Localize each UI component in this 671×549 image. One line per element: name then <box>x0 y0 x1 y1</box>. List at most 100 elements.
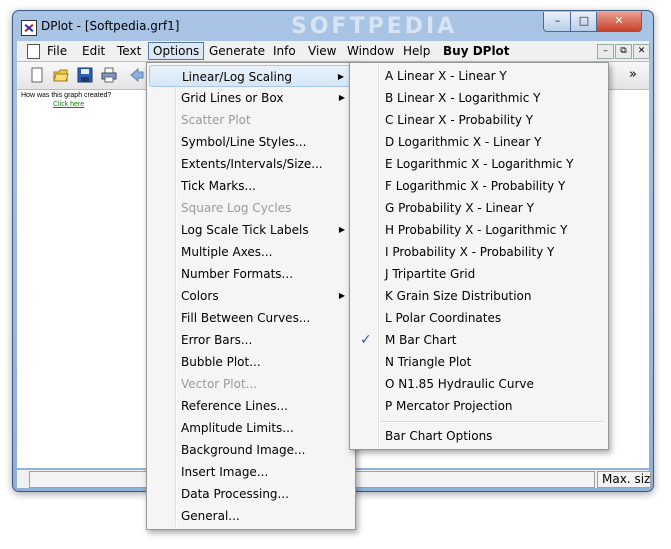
menu-text[interactable]: Text <box>113 43 145 59</box>
scaling-submenu: A Linear X - Linear Y B Linear X - Logar… <box>349 62 609 450</box>
options-reference-lines[interactable]: Reference Lines... <box>149 395 353 417</box>
options-menu: Linear/Log Scaling ▶ Grid Lines or Box ▶ S… <box>146 62 356 530</box>
scaling-m-bar-chart[interactable]: ✓ M Bar Chart <box>352 329 606 351</box>
menu-help[interactable]: Help <box>399 43 434 59</box>
menu-item-label: D Logarithmic X - Linear Y <box>385 135 542 149</box>
scaling-i-probability-probability[interactable]: I Probability X - Probability Y <box>352 241 606 263</box>
scaling-a-linear-linear[interactable]: A Linear X - Linear Y <box>352 65 606 87</box>
dplot-app-icon[interactable] <box>21 20 37 36</box>
options-tick-marks[interactable]: Tick Marks... <box>149 175 353 197</box>
options-data-processing[interactable]: Data Processing... <box>149 483 353 505</box>
menu-item-label: I Probability X - Probability Y <box>385 245 555 259</box>
toolbar-overflow-chevron-icon[interactable]: » <box>629 67 645 83</box>
menu-options[interactable]: Options <box>148 42 205 60</box>
scaling-p-mercator[interactable]: P Mercator Projection <box>352 395 606 417</box>
menu-item-label: Scatter Plot <box>181 113 251 127</box>
menu-item-label: Bubble Plot... <box>181 355 261 369</box>
menu-item-label: M Bar Chart <box>385 333 457 347</box>
menu-window[interactable]: Window <box>343 43 398 59</box>
options-colors[interactable]: Colors ▶ <box>149 285 353 307</box>
menu-item-label: Log Scale Tick Labels <box>181 223 309 237</box>
options-grid-lines-or-box[interactable]: Grid Lines or Box ▶ <box>149 87 353 109</box>
menu-item-label: P Mercator Projection <box>385 399 513 413</box>
title-bar[interactable]: DPlot - [Softpedia.grf1] SOFTPEDIA – □ ✕ <box>13 11 653 41</box>
options-symbol-line-styles[interactable]: Symbol/Line Styles... <box>149 131 353 153</box>
menu-item-label: Symbol/Line Styles... <box>181 135 307 149</box>
options-extents-intervals-size[interactable]: Extents/Intervals/Size... <box>149 153 353 175</box>
menu-item-label: F Logarithmic X - Probability Y <box>385 179 566 193</box>
open-folder-icon[interactable] <box>53 67 69 83</box>
options-number-formats[interactable]: Number Formats... <box>149 263 353 285</box>
mdi-minimize-button[interactable]: – <box>597 44 614 59</box>
window-title: DPlot - [Softpedia.grf1] <box>41 19 180 33</box>
menu-item-label: Insert Image... <box>181 465 269 479</box>
menu-generate[interactable]: Generate <box>205 43 269 59</box>
click-here-link[interactable]: Click here <box>53 101 84 108</box>
scaling-k-grain-size[interactable]: K Grain Size Distribution <box>352 285 606 307</box>
menu-item-label: Extents/Intervals/Size... <box>181 157 323 171</box>
scaling-f-log-probability[interactable]: F Logarithmic X - Probability Y <box>352 175 606 197</box>
options-scatter-plot: Scatter Plot <box>149 109 353 131</box>
scaling-g-probability-linear[interactable]: G Probability X - Linear Y <box>352 197 606 219</box>
menu-info[interactable]: Info <box>269 43 300 59</box>
scaling-e-log-log[interactable]: E Logarithmic X - Logarithmic Y <box>352 153 606 175</box>
menu-bar: File Edit Text Options Generate Info Vie… <box>17 41 650 61</box>
menu-item-label: O N1.85 Hydraulic Curve <box>385 377 534 391</box>
mdi-close-button[interactable]: ✕ <box>633 44 650 59</box>
menu-item-label: Bar Chart Options <box>385 429 493 443</box>
menu-item-label: Fill Between Curves... <box>181 311 311 325</box>
graph-question-text: How was this graph created? <box>21 92 112 99</box>
save-disk-icon[interactable] <box>77 67 93 83</box>
scaling-h-probability-log[interactable]: H Probability X - Logarithmic Y <box>352 219 606 241</box>
options-bubble-plot[interactable]: Bubble Plot... <box>149 351 353 373</box>
back-arrow-icon[interactable] <box>129 67 145 83</box>
submenu-arrow-icon: ▶ <box>338 225 345 234</box>
menu-edit[interactable]: Edit <box>78 43 109 59</box>
menu-item-label: K Grain Size Distribution <box>385 289 532 303</box>
scaling-c-linear-probability[interactable]: C Linear X - Probability Y <box>352 109 606 131</box>
close-button[interactable]: ✕ <box>596 12 642 32</box>
menu-item-label: Multiple Axes... <box>181 245 273 259</box>
scaling-d-log-linear[interactable]: D Logarithmic X - Linear Y <box>352 131 606 153</box>
menu-item-label: Background Image... <box>181 443 306 457</box>
menu-item-label: C Linear X - Probability Y <box>385 113 534 127</box>
submenu-arrow-icon: ▶ <box>338 93 345 102</box>
menu-item-label: Square Log Cycles <box>181 201 292 215</box>
options-multiple-axes[interactable]: Multiple Axes... <box>149 241 353 263</box>
mdi-restore-button[interactable]: ⧉ <box>615 44 632 59</box>
menu-view[interactable]: View <box>304 43 340 59</box>
scaling-b-linear-log[interactable]: B Linear X - Logarithmic Y <box>352 87 606 109</box>
scaling-n-triangle-plot[interactable]: N Triangle Plot <box>352 351 606 373</box>
print-icon[interactable] <box>101 67 117 83</box>
options-square-log-cycles: Square Log Cycles <box>149 197 353 219</box>
options-insert-image[interactable]: Insert Image... <box>149 461 353 483</box>
menu-buy-dplot[interactable]: Buy DPlot <box>439 43 514 59</box>
softpedia-watermark: SOFTPEDIA <box>291 14 458 39</box>
minimize-button[interactable]: – <box>543 12 572 32</box>
menu-item-label: Vector Plot... <box>181 377 258 391</box>
options-fill-between-curves[interactable]: Fill Between Curves... <box>149 307 353 329</box>
menu-item-label: A Linear X - Linear Y <box>385 69 507 83</box>
submenu-arrow-icon: ▶ <box>337 72 344 81</box>
status-pane-max-size: Max. siz <box>597 471 651 488</box>
bar-chart-options[interactable]: Bar Chart Options <box>352 425 606 447</box>
menu-item-label: General... <box>181 509 240 523</box>
menu-item-label: H Probability X - Logarithmic Y <box>385 223 568 237</box>
options-amplitude-limits[interactable]: Amplitude Limits... <box>149 417 353 439</box>
menu-item-label: B Linear X - Logarithmic Y <box>385 91 541 105</box>
menu-item-label: Amplitude Limits... <box>181 421 294 435</box>
scaling-j-tripartite-grid[interactable]: J Tripartite Grid <box>352 263 606 285</box>
scaling-o-hydraulic-curve[interactable]: O N1.85 Hydraulic Curve <box>352 373 606 395</box>
options-general[interactable]: General... <box>149 505 353 527</box>
scaling-l-polar[interactable]: L Polar Coordinates <box>352 307 606 329</box>
document-icon[interactable] <box>27 44 40 59</box>
new-file-icon[interactable] <box>29 67 45 83</box>
options-error-bars[interactable]: Error Bars... <box>149 329 353 351</box>
options-linear-log-scaling[interactable]: Linear/Log Scaling ▶ <box>149 65 353 87</box>
options-log-scale-tick-labels[interactable]: Log Scale Tick Labels ▶ <box>149 219 353 241</box>
options-background-image[interactable]: Background Image... <box>149 439 353 461</box>
checkmark-icon: ✓ <box>360 332 372 348</box>
menu-item-label: Linear/Log Scaling <box>182 70 293 84</box>
maximize-button[interactable]: □ <box>570 12 598 32</box>
menu-file[interactable]: File <box>43 43 71 59</box>
